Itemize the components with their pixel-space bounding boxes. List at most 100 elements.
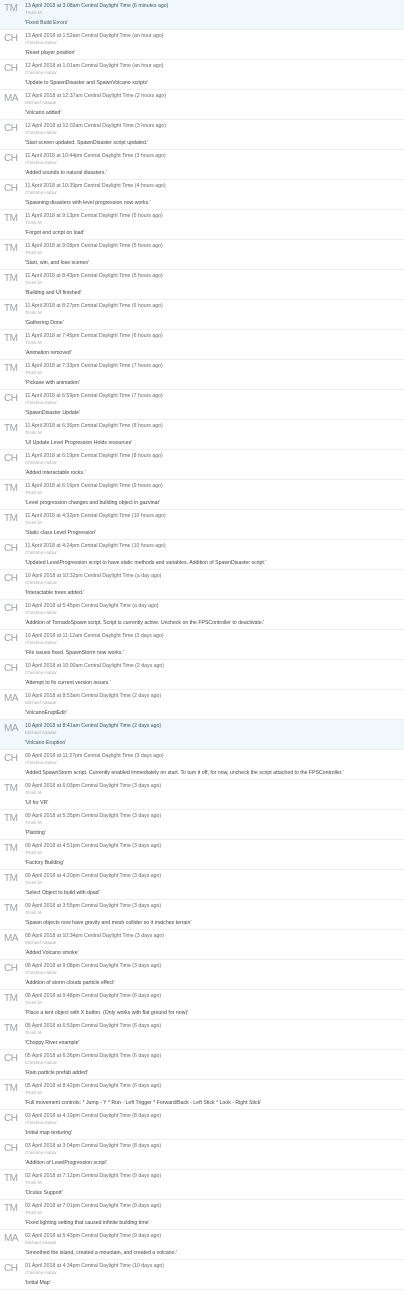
commit-timestamp: 11 April 2018 at 6:36pm Central Daylight… bbox=[25, 423, 404, 430]
commit-row[interactable]: TM 09 April 2018 at 4:20pm Central Daylig… bbox=[0, 870, 404, 900]
commit-row[interactable]: TM 11 April 2018 at 6:16pm Central Daylig… bbox=[0, 480, 404, 510]
commit-row[interactable]: MA 10 April 2018 at 8:53am Central Daylig… bbox=[0, 690, 404, 720]
commit-message: 'File issues fixed. SpawnStorm now works… bbox=[25, 650, 124, 656]
commit-timestamp: 11 April 2018 at 4:32pm Central Daylight… bbox=[25, 513, 404, 520]
commit-row[interactable]: CH 11 April 2018 at 6:59pm Central Daylig… bbox=[0, 390, 404, 420]
author-initials-avatar: CH bbox=[4, 393, 18, 404]
commit-row[interactable]: CH 10 April 2018 at 10:00am Central Dayli… bbox=[0, 660, 404, 690]
commit-timestamp: 03 April 2018 at 3:04pm Central Daylight… bbox=[25, 1143, 404, 1150]
commit-row[interactable]: CH 03 April 2018 at 4:19pm Central Daylig… bbox=[0, 1110, 404, 1140]
commit-row[interactable]: MA 10 April 2018 at 8:41am Central Daylig… bbox=[0, 720, 404, 750]
commit-date: 11 April 2018 at 4:24pm Central Daylight… bbox=[25, 543, 131, 549]
commit-row[interactable]: CH 12 April 2018 at 12:02am Central Dayli… bbox=[0, 120, 404, 150]
commit-date: 08 April 2018 at 9:48pm Central Daylight… bbox=[25, 993, 131, 999]
author-initials-avatar: CH bbox=[4, 63, 18, 74]
commit-relative-time: (7 hours ago) bbox=[131, 393, 163, 399]
commit-relative-time: (6 days ago) bbox=[132, 1023, 162, 1029]
author-initials-avatar: TM bbox=[4, 483, 18, 494]
commit-row[interactable]: CH 12 April 2018 at 1:01am Central Daylig… bbox=[0, 60, 404, 90]
commit-message: 'Choppy River example' bbox=[25, 1040, 80, 1046]
commit-author: Tronti M bbox=[25, 850, 42, 855]
commit-row[interactable]: MA 08 April 2018 at 10:34pm Central Dayli… bbox=[0, 930, 404, 960]
commit-row[interactable]: TM 11 April 2018 at 9:08pm Central Daylig… bbox=[0, 240, 404, 270]
commit-row[interactable]: TM 13 April 2018 at 3:08am Central Daylig… bbox=[0, 0, 404, 30]
commit-timestamp: 05 April 2018 at 8:42pm Central Daylight… bbox=[25, 1083, 404, 1090]
commit-date: 05 April 2018 at 8:42pm Central Daylight… bbox=[25, 1083, 131, 1089]
author-initials-avatar: TM bbox=[4, 1083, 18, 1094]
commit-date: 09 April 2018 at 3:55pm Central Daylight… bbox=[25, 903, 131, 909]
commit-row[interactable]: CH 11 April 2018 at 10:44pm Central Dayli… bbox=[0, 150, 404, 180]
commit-timestamp: 11 April 2018 at 10:44pm Central Dayligh… bbox=[25, 153, 404, 160]
commit-row[interactable]: CH 05 April 2018 at 6:36pm Central Daylig… bbox=[0, 1050, 404, 1080]
commit-relative-time: (2 days ago) bbox=[135, 663, 165, 669]
commit-date: 10 April 2018 at 10:00am Central Dayligh… bbox=[25, 663, 134, 669]
commit-date: 09 April 2018 at 6:03pm Central Daylight… bbox=[25, 783, 131, 789]
commit-row[interactable]: CH 10 April 2018 at 10:32pm Central Dayli… bbox=[0, 570, 404, 600]
author-initials-avatar: CH bbox=[4, 153, 18, 164]
commit-date: 08 April 2018 at 9:08pm Central Daylight… bbox=[25, 963, 131, 969]
commit-row[interactable]: CH 03 April 2018 at 3:04pm Central Daylig… bbox=[0, 1140, 404, 1170]
commit-row[interactable]: TM 11 April 2018 at 8:43pm Central Daylig… bbox=[0, 270, 404, 300]
commit-row[interactable]: TM 11 April 2018 at 4:32pm Central Daylig… bbox=[0, 510, 404, 540]
commit-row[interactable]: TM 11 April 2018 at 9:13pm Central Daylig… bbox=[0, 210, 404, 240]
commit-timestamp: 11 April 2018 at 9:13pm Central Daylight… bbox=[25, 213, 404, 220]
commit-message: 'Volcano Eruption' bbox=[25, 740, 67, 746]
commit-row[interactable]: TM 11 April 2018 at 6:36pm Central Daylig… bbox=[0, 420, 404, 450]
commit-row[interactable]: CH 10 April 2018 at 11:12am Central Dayli… bbox=[0, 630, 404, 660]
commit-row[interactable]: TM 05 April 2018 at 8:42pm Central Daylig… bbox=[0, 1080, 404, 1110]
commit-row[interactable]: CH 13 April 2018 at 1:52am Central Daylig… bbox=[0, 30, 404, 60]
commit-author: Tronti M bbox=[25, 250, 42, 255]
author-initials-avatar: CH bbox=[4, 633, 18, 644]
commit-relative-time: (5 hours ago) bbox=[131, 213, 163, 219]
commit-author: Christina Hubor bbox=[25, 190, 57, 195]
commit-message: 'Updated LevelProgression script to have… bbox=[25, 560, 267, 566]
commit-row[interactable]: TM 09 April 2018 at 6:03pm Central Daylig… bbox=[0, 780, 404, 810]
commit-timestamp: 12 April 2018 at 1:01am Central Daylight… bbox=[25, 63, 404, 70]
commit-row[interactable]: TM 11 April 2018 at 7:33pm Central Daylig… bbox=[0, 360, 404, 390]
commit-row[interactable]: TM 02 April 2018 at 7:12pm Central Daylig… bbox=[0, 1170, 404, 1200]
commit-row[interactable]: TM 05 April 2018 at 6:53pm Central Daylig… bbox=[0, 1020, 404, 1050]
author-initials-avatar: TM bbox=[4, 513, 18, 524]
commit-row[interactable]: TM 08 April 2018 at 9:48pm Central Daylig… bbox=[0, 990, 404, 1020]
commit-row[interactable]: CH 11 April 2018 at 6:19pm Central Daylig… bbox=[0, 450, 404, 480]
commit-date: 10 April 2018 at 8:41am Central Daylight… bbox=[25, 723, 131, 729]
commit-date: 10 April 2018 at 8:53am Central Daylight… bbox=[25, 693, 131, 699]
commit-relative-time: (8 hours ago) bbox=[131, 423, 163, 429]
commit-author: Christina Hubor bbox=[25, 1270, 57, 1275]
commit-timestamp: 11 April 2018 at 4:24pm Central Daylight… bbox=[25, 543, 404, 550]
commit-relative-time: (an hour ago) bbox=[132, 63, 164, 69]
commit-timestamp: 02 April 2018 at 5:43pm Central Daylight… bbox=[25, 1233, 404, 1240]
commit-date: 01 April 2018 at 4:34pm Central Daylight… bbox=[25, 1263, 131, 1269]
author-initials-avatar: TM bbox=[4, 423, 18, 434]
commit-row[interactable]: TM 09 April 2018 at 5:35pm Central Daylig… bbox=[0, 810, 404, 840]
commit-row[interactable]: CH 11 April 2018 at 10:39pm Central Dayli… bbox=[0, 180, 404, 210]
commit-message: 'Interactable trees added.' bbox=[25, 590, 85, 596]
commit-date: 11 April 2018 at 9:13pm Central Daylight… bbox=[25, 213, 131, 219]
commit-timestamp: 05 April 2018 at 6:53pm Central Daylight… bbox=[25, 1023, 404, 1030]
commit-row[interactable]: CH 10 April 2018 at 5:45pm Central Daylig… bbox=[0, 600, 404, 630]
commit-row[interactable]: MA 12 April 2018 at 12:37am Central Dayli… bbox=[0, 90, 404, 120]
commit-row[interactable]: CH 08 April 2018 at 9:08pm Central Daylig… bbox=[0, 960, 404, 990]
commit-row[interactable]: CH 09 April 2018 at 11:27pm Central Dayli… bbox=[0, 750, 404, 780]
commit-author: Christina Hubor bbox=[25, 760, 57, 765]
author-initials-avatar: CH bbox=[4, 1143, 18, 1154]
commit-timestamp: 11 April 2018 at 6:16pm Central Daylight… bbox=[25, 483, 404, 490]
commit-row[interactable]: TM 09 April 2018 at 4:51pm Central Daylig… bbox=[0, 840, 404, 870]
commit-message: 'Spawn objects now have gravity and mesh… bbox=[25, 920, 192, 926]
commit-date: 02 April 2018 at 5:43pm Central Daylight… bbox=[25, 1233, 131, 1239]
commit-row[interactable]: TM 02 April 2018 at 7:01pm Central Daylig… bbox=[0, 1200, 404, 1230]
commit-relative-time: (6 days ago) bbox=[132, 1053, 162, 1059]
commit-row[interactable]: TM 11 April 2018 at 7:45pm Central Daylig… bbox=[0, 330, 404, 360]
commit-row[interactable]: CH 01 April 2018 at 4:34pm Central Daylig… bbox=[0, 1260, 404, 1290]
commit-relative-time: (6 days ago) bbox=[132, 1083, 162, 1089]
commit-date: 10 April 2018 at 5:45pm Central Daylight… bbox=[25, 603, 131, 609]
commit-row[interactable]: TM 09 April 2018 at 3:55pm Central Daylig… bbox=[0, 900, 404, 930]
commit-row[interactable]: CH 11 April 2018 at 4:24pm Central Daylig… bbox=[0, 540, 404, 570]
commit-date: 09 April 2018 at 4:51pm Central Daylight… bbox=[25, 843, 131, 849]
commit-row[interactable]: TM 11 April 2018 at 8:27pm Central Daylig… bbox=[0, 300, 404, 330]
commit-author: Christina Hubor bbox=[25, 70, 57, 75]
commit-relative-time: (2 hours ago) bbox=[135, 93, 167, 99]
commit-relative-time: (5 hours ago) bbox=[131, 243, 163, 249]
commit-row[interactable]: MA 02 April 2018 at 5:43pm Central Daylig… bbox=[0, 1230, 404, 1260]
commit-date: 11 April 2018 at 6:16pm Central Daylight… bbox=[25, 483, 131, 489]
